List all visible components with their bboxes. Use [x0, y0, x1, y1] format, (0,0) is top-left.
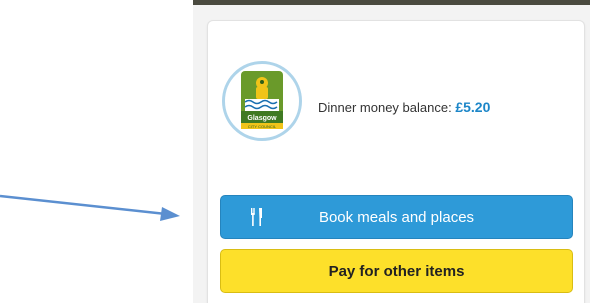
- svg-text:CITY COUNCIL: CITY COUNCIL: [248, 124, 277, 129]
- balance-label: Dinner money balance:: [318, 100, 452, 115]
- svg-text:Glasgow: Glasgow: [247, 115, 277, 122]
- council-crest-icon: Glasgow CITY COUNCIL: [241, 71, 283, 129]
- book-meals-label: Book meals and places: [318, 208, 475, 226]
- school-logo: Glasgow CITY COUNCIL: [222, 61, 302, 141]
- book-meals-button[interactable]: Book meals and places: [220, 195, 573, 239]
- screenshot-canvas: Glasgow CITY COUNCIL Dinner money balanc…: [0, 0, 590, 303]
- pay-other-items-button[interactable]: Pay for other items: [220, 249, 573, 293]
- balance-row: Dinner money balance: £5.20: [318, 99, 490, 115]
- balance-value: £5.20: [455, 99, 491, 115]
- pay-other-items-label: Pay for other items: [328, 262, 465, 280]
- cutlery-icon: [251, 208, 262, 226]
